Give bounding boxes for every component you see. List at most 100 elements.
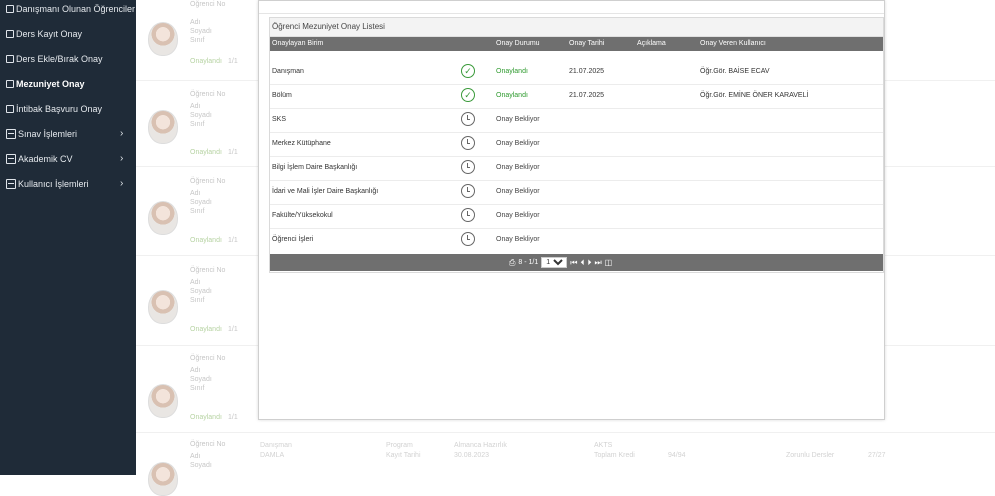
student-surname-label: Soyadı <box>190 112 212 119</box>
student-surname-label: Soyadı <box>190 462 212 469</box>
table-row[interactable]: SKS Onay Bekliyor <box>270 108 883 133</box>
next-page-icon[interactable]: ⏵ <box>587 258 591 268</box>
sidebar-item-danismani-olunan-ogrenciler[interactable]: Danışmanı Olunan Öğrenciler <box>6 4 135 14</box>
total-credit-value: 94/94 <box>668 452 686 459</box>
cell-birim: Bölüm <box>272 92 292 99</box>
sidebar-item-ders-ekle-birak-onay[interactable]: Ders Ekle/Bırak Onay <box>6 54 103 64</box>
status-badge: Onaylandı <box>190 326 222 333</box>
student-card[interactable]: Öğrenci No Adı Soyadı Danışman DAMLA Pro… <box>136 434 995 496</box>
sidebar-item-label: İntibak Başvuru Onay <box>16 104 103 114</box>
status-badge: Onaylandı <box>190 237 222 244</box>
first-page-icon[interactable]: ⏮ <box>570 258 577 268</box>
approval-fraction: 1/1 <box>228 326 238 333</box>
last-page-icon[interactable]: ⏭ <box>594 258 601 268</box>
square-icon <box>6 5 14 13</box>
cell-birim: Bilgi İşlem Daire Başkanlığı <box>272 164 358 171</box>
cell-durum: Onay Bekliyor <box>496 212 540 219</box>
cell-durum: Onaylandı <box>496 92 528 99</box>
sidebar-item-label: Ders Ekle/Bırak Onay <box>16 54 103 64</box>
student-class-label: Sınıf <box>190 37 205 44</box>
user-settings-icon <box>6 179 16 189</box>
student-name-label: Adı <box>190 279 201 286</box>
table-row[interactable]: Öğrenci İşleri Onay Bekliyor <box>270 228 883 252</box>
table-row[interactable]: Fakülte/Yüksekokul Onay Bekliyor <box>270 204 883 229</box>
modal-header <box>259 1 884 14</box>
cell-durum: Onaylandı <box>496 68 528 75</box>
sidebar: Danışmanı Olunan Öğrenciler Ders Kayıt O… <box>0 0 136 475</box>
cell-birim: İdari ve Mali İşler Daire Başkanlığı <box>272 188 379 195</box>
check-circle-icon: ✓ <box>461 88 475 102</box>
sidebar-item-intibak-basvuru-onay[interactable]: İntibak Başvuru Onay <box>6 104 102 114</box>
print-icon[interactable]: ⎙ <box>509 258 515 268</box>
panel-title: Öğrenci Mezuniyet Onay Listesi <box>270 18 883 37</box>
status-badge: Onaylandı <box>190 414 222 421</box>
table-row[interactable]: Danışman ✓ Onaylandı 21.07.2025 Öğr.Gör.… <box>270 60 883 85</box>
approval-fraction: 1/1 <box>228 414 238 421</box>
clock-icon <box>461 208 475 222</box>
cell-birim: Danışman <box>272 68 304 75</box>
square-icon <box>6 80 14 88</box>
column-header-durum[interactable]: Onay Durumu <box>496 40 540 47</box>
cell-kullanici: Öğr.Gör. EMİNE ÖNER KARAVELİ <box>700 92 809 99</box>
cell-tarih: 21.07.2025 <box>569 68 605 75</box>
sidebar-item-ders-kayit-onay[interactable]: Ders Kayıt Onay <box>6 29 82 39</box>
divider <box>136 432 995 433</box>
student-no-label: Öğrenci No <box>190 267 226 274</box>
cell-durum: Onay Bekliyor <box>496 140 540 147</box>
column-header-birim[interactable]: Onaylayan Birim <box>272 40 323 47</box>
column-header-tarih[interactable]: Onay Tarihi <box>569 40 604 47</box>
student-name-label: Adı <box>190 103 201 110</box>
advisor-name: DAMLA <box>260 452 285 459</box>
program-value: Almanca Hazırlık <box>454 442 507 449</box>
column-header-kullanici[interactable]: Onay Veren Kullanıcı <box>700 40 766 47</box>
student-no-label: Öğrenci No <box>190 91 226 98</box>
sidebar-item-label: Kullanıcı İşlemleri <box>18 179 89 189</box>
sidebar-item-label: Sınav İşlemleri <box>18 129 78 139</box>
column-header-aciklama[interactable]: Açıklama <box>637 40 666 47</box>
student-name-label: Adı <box>190 367 201 374</box>
sidebar-item-sinav-islemleri[interactable]: Sınav İşlemleri <box>6 129 77 139</box>
square-icon <box>6 105 14 113</box>
student-no-label: Öğrenci No <box>190 355 226 362</box>
chevron-right-icon[interactable]: › <box>120 178 123 189</box>
avatar <box>148 201 178 235</box>
avatar <box>148 110 178 144</box>
table-row[interactable]: İdari ve Mali İşler Daire Başkanlığı Ona… <box>270 180 883 205</box>
page-select[interactable]: 1 <box>541 257 568 268</box>
document-icon <box>6 129 16 139</box>
akts-label: AKTS <box>594 442 613 449</box>
student-name-label: Adı <box>190 19 201 26</box>
student-surname-label: Soyadı <box>190 199 212 206</box>
student-surname-label: Soyadı <box>190 376 212 383</box>
approval-list-panel: Öğrenci Mezuniyet Onay Listesi Onaylayan… <box>269 17 884 273</box>
chevron-right-icon[interactable]: › <box>120 153 123 164</box>
student-surname-label: Soyadı <box>190 28 212 35</box>
approval-fraction: 1/1 <box>228 237 238 244</box>
export-icon[interactable]: ◫ <box>605 258 613 267</box>
student-class-label: Sınıf <box>190 121 205 128</box>
cell-birim: Fakülte/Yüksekokul <box>272 212 333 219</box>
chevron-right-icon[interactable]: › <box>120 128 123 139</box>
status-badge: Onaylandı <box>190 58 222 65</box>
cell-birim: Merkez Kütüphane <box>272 140 331 147</box>
square-icon <box>6 30 14 38</box>
sidebar-item-akademik-cv[interactable]: Akademik CV <box>6 154 73 164</box>
status-badge: Onaylandı <box>190 149 222 156</box>
student-no-label: Öğrenci No <box>190 1 226 8</box>
sidebar-item-kullanici-islemleri[interactable]: Kullanıcı İşlemleri <box>6 179 89 189</box>
avatar <box>148 22 178 56</box>
prev-page-icon[interactable]: ⏴ <box>580 258 584 268</box>
table-row[interactable]: Bilgi İşlem Daire Başkanlığı Onay Bekliy… <box>270 156 883 181</box>
sidebar-item-label: Ders Kayıt Onay <box>16 29 83 39</box>
square-icon <box>6 55 14 63</box>
student-class-label: Sınıf <box>190 385 205 392</box>
table-row[interactable]: Merkez Kütüphane Onay Bekliyor <box>270 132 883 157</box>
sidebar-item-mezuniyet-onay[interactable]: Mezuniyet Onay <box>6 79 85 89</box>
clock-icon <box>461 184 475 198</box>
table-row[interactable]: Bölüm ✓ Onaylandı 21.07.2025 Öğr.Gör. EM… <box>270 84 883 109</box>
sidebar-item-label: Danışmanı Olunan Öğrenciler <box>16 4 136 14</box>
student-class-label: Sınıf <box>190 297 205 304</box>
avatar <box>148 462 178 496</box>
student-surname-label: Soyadı <box>190 288 212 295</box>
sidebar-item-label: Mezuniyet Onay <box>16 79 85 89</box>
